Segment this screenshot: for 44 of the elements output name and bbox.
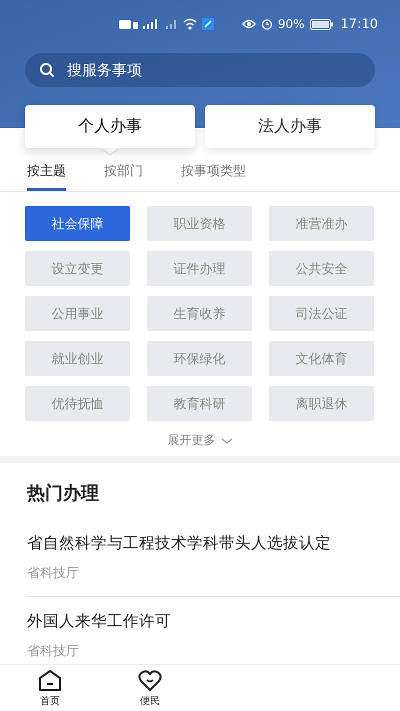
clock-time: 17:10 xyxy=(340,16,378,32)
category-tab[interactable]: 按主题 xyxy=(27,162,66,191)
topic-chip[interactable]: 司法公证 xyxy=(269,296,374,331)
topic-chip[interactable]: 职业资格 xyxy=(147,206,252,241)
topic-chip[interactable]: 公用事业 xyxy=(25,296,130,331)
topic-chip[interactable]: 环保绿化 xyxy=(147,341,252,376)
app-notification-icon xyxy=(202,18,214,30)
category-tab[interactable]: 按部门 xyxy=(104,162,143,191)
service-card[interactable]: 个人办事 xyxy=(25,105,195,148)
home-icon xyxy=(38,668,62,692)
nav-tab[interactable]: 便民 xyxy=(100,665,200,711)
signal-icon xyxy=(118,18,159,30)
topic-chip[interactable]: 就业创业 xyxy=(25,341,130,376)
topic-chip[interactable]: 设立变更 xyxy=(25,251,130,286)
signal-icon xyxy=(164,18,178,30)
nav-label: 便民 xyxy=(140,694,160,708)
topic-chip[interactable]: 离职退休 xyxy=(269,386,374,421)
department-label: 省科技厅 xyxy=(27,565,80,582)
eye-icon xyxy=(242,19,256,29)
nav-label: 首页 xyxy=(40,694,60,708)
alarm-icon xyxy=(260,18,273,30)
battery-icon xyxy=(310,18,334,30)
chevron-down-icon xyxy=(220,436,232,444)
category-tab[interactable]: 按事项类型 xyxy=(181,162,246,191)
nav-tab[interactable]: 首页 xyxy=(0,665,100,711)
selection-pointer xyxy=(102,148,118,154)
topic-chip[interactable]: 社会保障 xyxy=(25,206,130,241)
topic-chip[interactable]: 教育科研 xyxy=(147,386,252,421)
topic-chip[interactable]: 公共安全 xyxy=(269,251,374,286)
service-card[interactable]: 法人办事 xyxy=(205,105,375,148)
search-icon xyxy=(39,62,55,78)
department-label: 省科技厅 xyxy=(27,643,80,660)
topic-chip[interactable]: 生育收养 xyxy=(147,296,252,331)
expand-more-link[interactable]: 展开更多 xyxy=(168,432,232,449)
heart-icon xyxy=(138,668,162,692)
topic-chip[interactable]: 证件办理 xyxy=(147,251,252,286)
topic-chip[interactable]: 优待抚恤 xyxy=(25,386,130,421)
topic-chip[interactable]: 准营准办 xyxy=(269,206,374,241)
section-heading: 热门办理 xyxy=(27,482,100,505)
service-item-title[interactable]: 省自然科学与工程技术学科带头人选拔认定 xyxy=(27,533,400,554)
service-item-title[interactable]: 外国人来华工作许可 xyxy=(27,611,400,632)
topic-chip[interactable]: 文化体育 xyxy=(269,341,374,376)
wifi-icon xyxy=(182,18,197,30)
battery-percentage: 90% xyxy=(278,17,305,31)
